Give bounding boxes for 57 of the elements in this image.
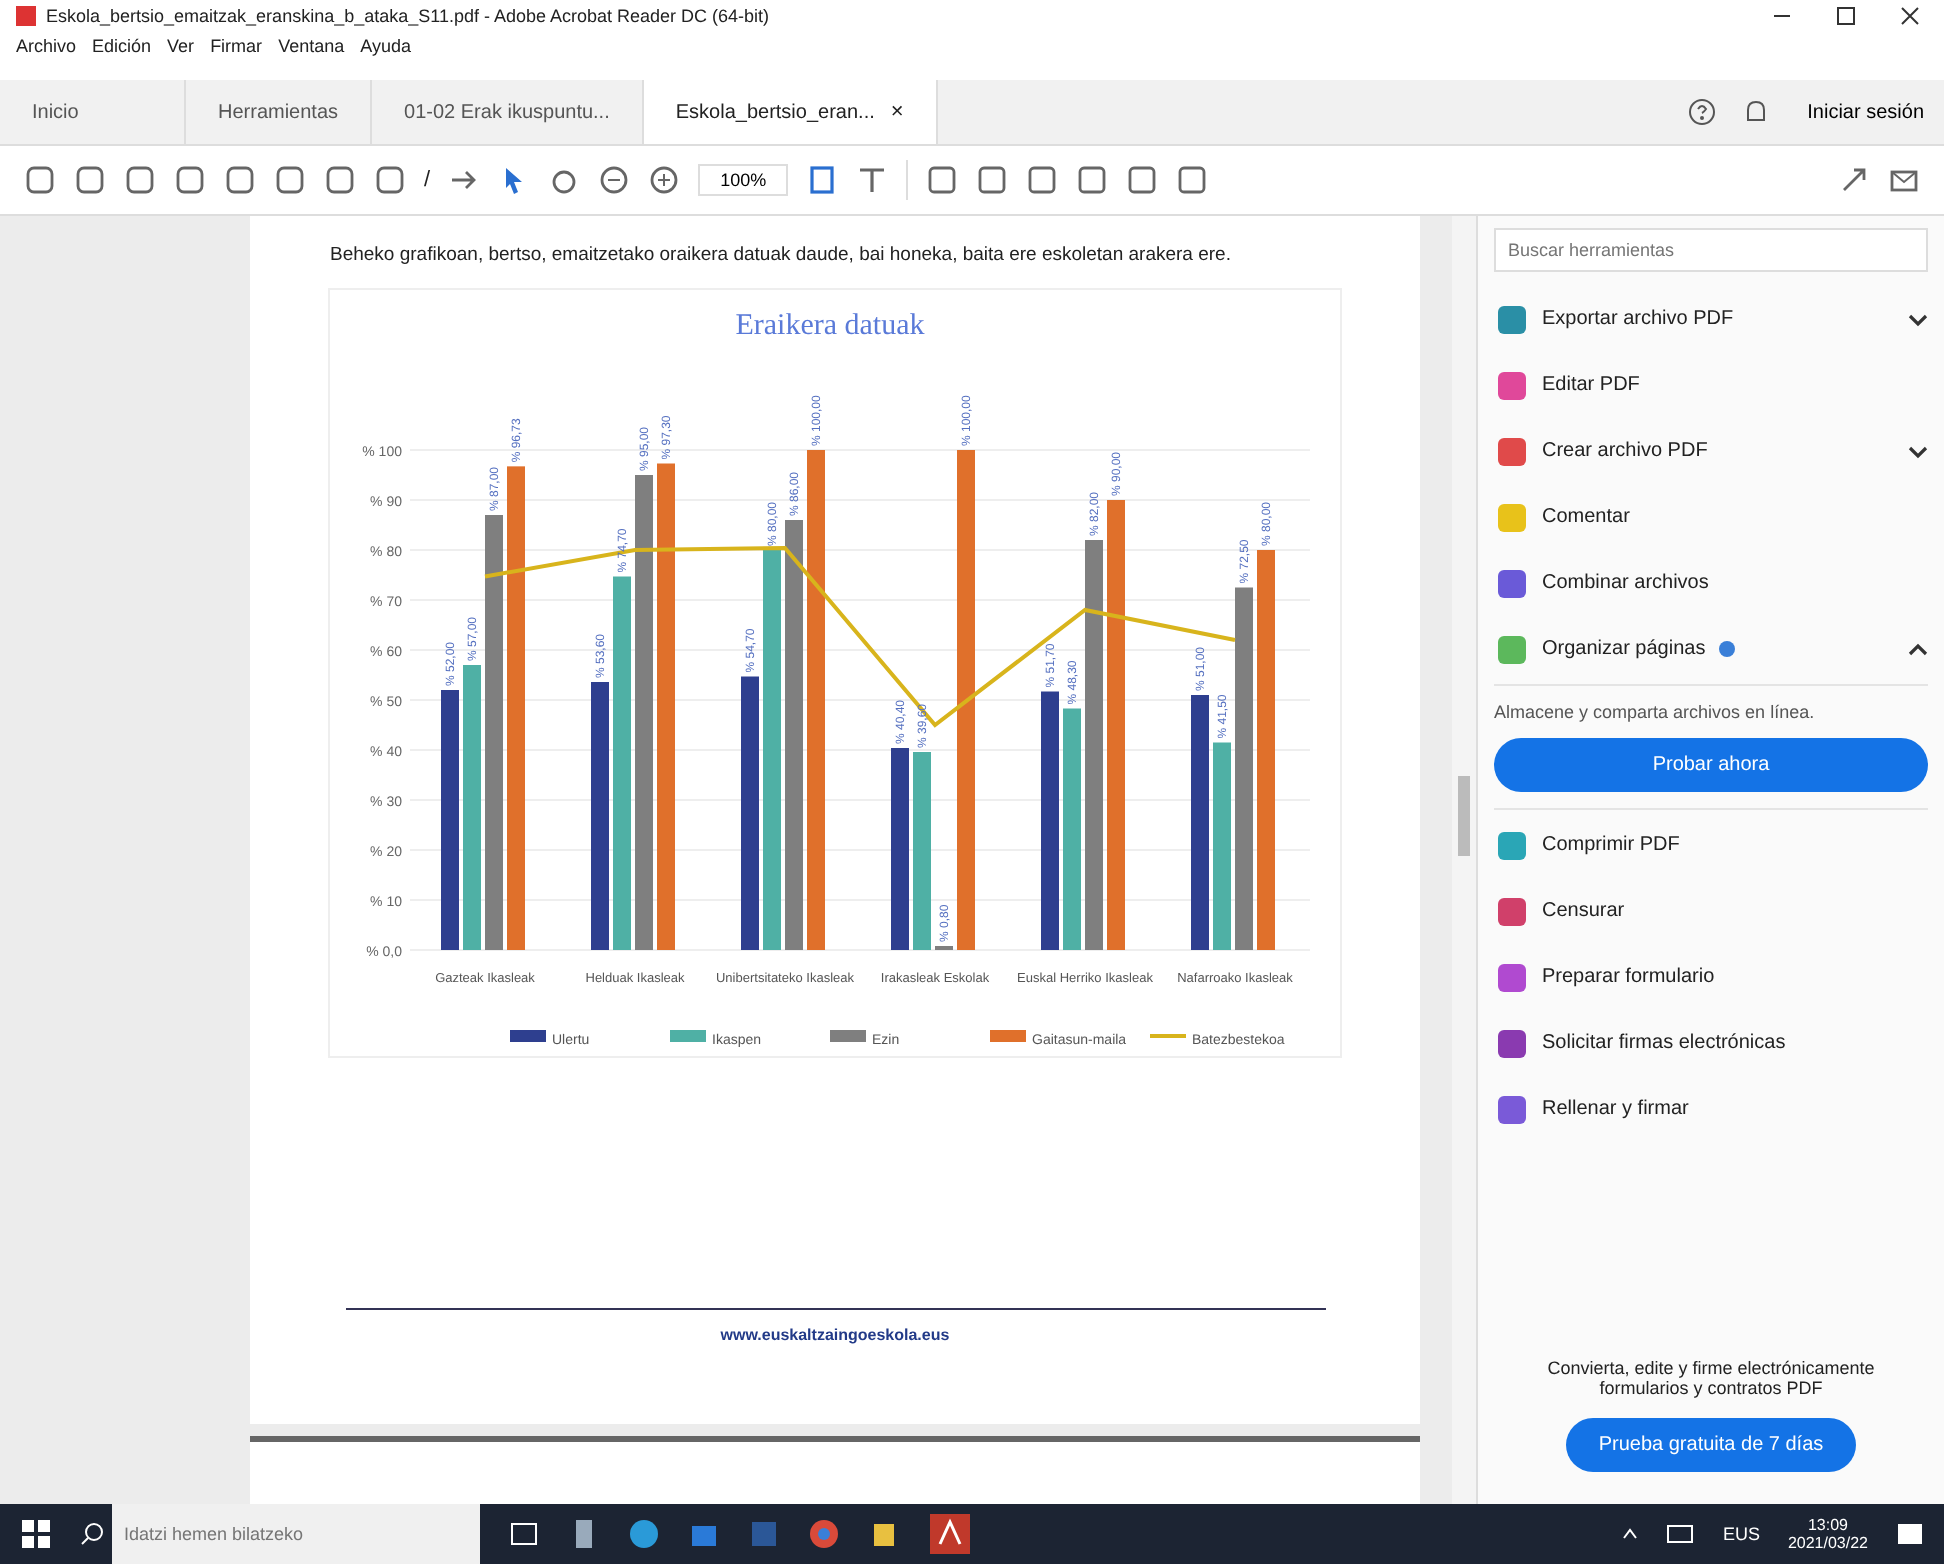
maximize-icon[interactable]	[1836, 6, 1856, 26]
zoom-dropdown[interactable]: 100%	[698, 164, 789, 196]
promo-text: Convierta, edite y firme electrónicamente formularios y contratos PDF	[1545, 1358, 1877, 1398]
task-view-icon[interactable]	[508, 1518, 540, 1550]
tool-item[interactable]: Crear archivo PDF	[1494, 420, 1928, 482]
clock-time: 13:09	[1807, 1516, 1848, 1534]
chevron-down-icon[interactable]	[1908, 311, 1928, 327]
legend-swatch	[670, 1029, 706, 1042]
promo-text: Almacene y comparta archivos en línea.	[1494, 702, 1817, 722]
menu-item[interactable]: Archivo	[16, 36, 77, 56]
tool-item[interactable]: Preparar formulario	[1494, 946, 1928, 1008]
help-icon[interactable]	[1687, 98, 1716, 126]
language-indicator[interactable]: EUS	[1722, 1524, 1760, 1544]
try-now-button[interactable]: Probar ahora	[1494, 738, 1928, 792]
menu-item[interactable]: Edición	[92, 36, 152, 56]
windows-icon[interactable]	[20, 1518, 52, 1550]
tool-item[interactable]: Editar PDF	[1494, 354, 1928, 416]
bell-icon[interactable]	[1743, 98, 1768, 126]
window-title: Eskola_bertsio_emaitzak_eranskina_b_ataka_S11.pdf - Adobe Acrobat Reader DC (64-bit)	[46, 6, 770, 26]
tool-item[interactable]: Rellenar y firmar	[1494, 1078, 1928, 1140]
clock-date: 2021/03/22	[1787, 1534, 1868, 1552]
menu-item[interactable]: Firmar	[210, 36, 263, 56]
tool-item[interactable]: Combinar archivos	[1494, 552, 1928, 614]
tool-search-field[interactable]: Buscar herramientas	[1494, 228, 1928, 272]
sign-in-button[interactable]: Iniciar sesión	[1795, 99, 1936, 125]
close-tab-button[interactable]: ×	[890, 100, 904, 124]
footer-link[interactable]: www.euskaltzaingoeskola.eus	[720, 1326, 950, 1344]
tab[interactable]: Eskola_bertsio_eran... ×	[643, 80, 938, 144]
zoom-in-icon[interactable]	[648, 164, 681, 196]
share-icon[interactable]	[1838, 164, 1870, 196]
tool-item[interactable]: Organizar páginas	[1494, 618, 1928, 680]
legend-swatch	[830, 1029, 866, 1042]
tool-item[interactable]: Comentar	[1494, 486, 1928, 548]
tab[interactable]: Herramientas	[186, 80, 373, 144]
chart-title: Eraikera datuak	[735, 309, 925, 342]
tab[interactable]: Inicio	[0, 80, 186, 144]
taskbar-search-field[interactable]: Idatzi hemen bilatzeko	[112, 1504, 480, 1564]
chevron-up-icon[interactable]	[1908, 641, 1928, 657]
fit-page-icon[interactable]	[806, 164, 839, 196]
page-separator: /	[424, 168, 431, 192]
tool-item[interactable]: Comprimir PDF	[1494, 814, 1928, 876]
pdf-app-icon[interactable]	[928, 1512, 972, 1556]
free-trial-button[interactable]: Prueba gratuita de 7 días	[1566, 1418, 1856, 1472]
tool-item[interactable]: Censurar	[1494, 880, 1928, 942]
chevron-down-icon[interactable]	[1908, 443, 1928, 459]
legend-swatch	[990, 1029, 1026, 1042]
menu-item[interactable]: Ayuda	[360, 36, 411, 56]
zoom-out-icon[interactable]	[598, 164, 631, 196]
scrollbar[interactable]	[1452, 216, 1476, 1504]
legend-line	[1150, 1033, 1186, 1038]
paragraph: Beheko grafikoan, bertso, emaitzetako oraikera datuak daude, bai honeka, baita ere eskoletan arakera ere.	[330, 244, 1233, 268]
tool-item[interactable]: Solicitar firmas electrónicas	[1494, 1012, 1928, 1074]
menu-item[interactable]: Ver	[167, 36, 195, 56]
menu-item[interactable]: Ventana	[278, 36, 345, 56]
tool-item[interactable]: Exportar archivo PDF	[1494, 288, 1928, 350]
legend-swatch	[510, 1029, 546, 1042]
close-icon[interactable]	[1900, 6, 1920, 26]
